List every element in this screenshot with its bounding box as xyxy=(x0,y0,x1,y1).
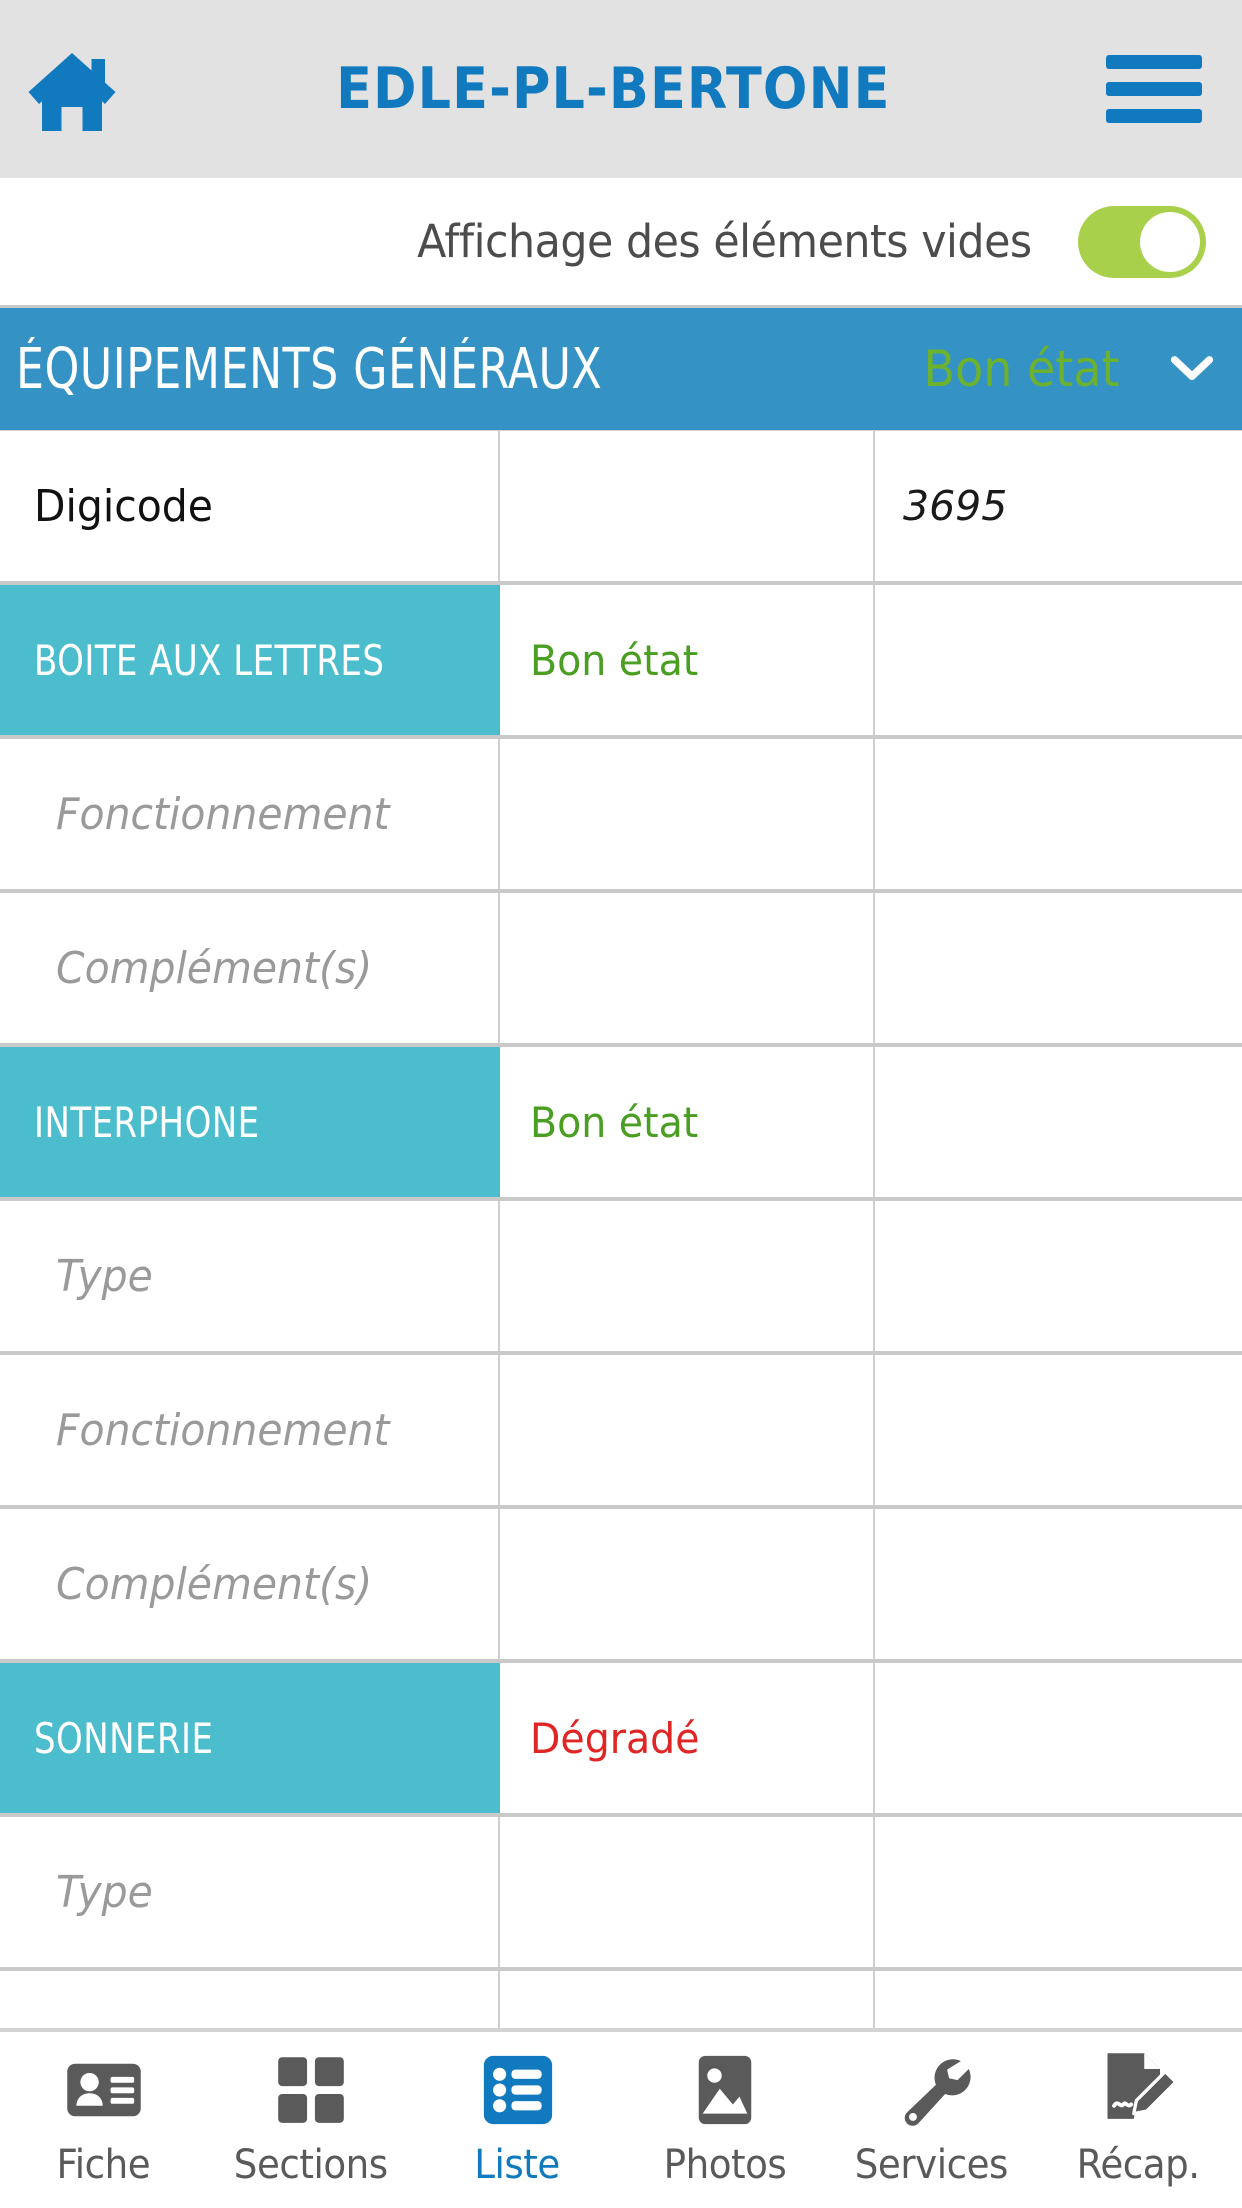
home-icon[interactable] xyxy=(24,41,120,137)
row-group-label-cell[interactable]: SONNERIE xyxy=(0,1663,500,1813)
table-row[interactable]: Fonctionnement xyxy=(0,1355,1242,1509)
row-label: BOITE AUX LETTRES xyxy=(34,635,385,685)
table-row[interactable]: Complément(s) xyxy=(0,1509,1242,1663)
wrench-icon xyxy=(904,2059,971,2126)
nav-item-liste[interactable]: Liste xyxy=(414,2048,621,2188)
row-label-cell[interactable]: Fonctionnement xyxy=(0,1355,500,1505)
list-icon xyxy=(483,2055,552,2125)
nav-item-photos[interactable]: Photos xyxy=(621,2048,828,2188)
row-state-cell[interactable]: Bon état xyxy=(500,585,875,735)
nav-item-label: Services xyxy=(854,2142,1009,2188)
app-root: EDLE-PL-BERTONE Affichage des éléments v… xyxy=(0,0,1242,2208)
row-label: Digicode xyxy=(34,480,213,532)
show-empty-elements-toggle[interactable] xyxy=(1078,205,1206,278)
nav-item-label: Sections xyxy=(233,2142,388,2188)
row-state-cell[interactable] xyxy=(500,1817,875,1967)
row-label-cell[interactable]: Type xyxy=(0,1201,500,1351)
row-label: INTERPHONE xyxy=(34,1097,260,1147)
row-value-cell[interactable] xyxy=(875,1663,1242,1813)
table-row[interactable]: BOITE AUX LETTRES Bon état xyxy=(0,585,1242,739)
bottom-navigation: Fiche Sections Liste Photos Services Récap. xyxy=(0,2028,1242,2208)
nav-item-sections[interactable]: Sections xyxy=(207,2048,414,2188)
table-row[interactable]: Complément(s) xyxy=(0,893,1242,1047)
row-state-text: Bon état xyxy=(530,1097,699,1147)
nav-item-label: Fiche xyxy=(56,2142,151,2188)
section-header[interactable]: ÉQUIPEMENTS GÉNÉRAUX Bon état xyxy=(0,308,1242,430)
grid-squares-icon xyxy=(277,2057,344,2123)
row-label: Fonctionnement xyxy=(56,788,390,840)
chevron-down-icon[interactable] xyxy=(1170,354,1214,384)
row-label: Type xyxy=(56,1250,153,1302)
nav-item-label: Récap. xyxy=(1077,2142,1200,2188)
row-state-text: Dégradé xyxy=(530,1713,700,1763)
hamburger-bar xyxy=(1106,82,1202,96)
table-row[interactable]: Fonctionnement xyxy=(0,739,1242,893)
row-label-cell[interactable]: Complément(s) xyxy=(0,893,500,1043)
row-value-cell[interactable] xyxy=(875,1509,1242,1659)
row-label-cell[interactable]: Fonctionnement xyxy=(0,739,500,889)
hamburger-bar xyxy=(1106,55,1202,69)
nav-item-services[interactable]: Services xyxy=(828,2048,1035,2188)
row-state-cell[interactable] xyxy=(500,1355,875,1505)
nav-item-label: Liste xyxy=(474,2142,561,2188)
page-title: EDLE-PL-BERTONE xyxy=(335,56,891,122)
section-title: ÉQUIPEMENTS GÉNÉRAUX xyxy=(16,336,603,402)
equipment-table: Digicode 3695 BOITE AUX LETTRES Bon état Fon… xyxy=(0,430,1242,2208)
document-pen-icon xyxy=(1107,2053,1177,2119)
top-bar: EDLE-PL-BERTONE xyxy=(0,0,1242,178)
row-state-cell[interactable] xyxy=(500,1509,875,1659)
row-state-text: Bon état xyxy=(530,635,699,685)
hamburger-bar xyxy=(1106,109,1202,123)
row-label: Fonctionnement xyxy=(56,1404,390,1456)
table-row[interactable]: Digicode 3695 xyxy=(0,431,1242,585)
row-state-cell[interactable] xyxy=(500,431,875,581)
nav-item-fiche[interactable]: Fiche xyxy=(0,2048,207,2188)
row-label: Complément(s) xyxy=(56,1558,373,1610)
row-state-cell[interactable] xyxy=(500,893,875,1043)
row-state-cell[interactable]: Bon état xyxy=(500,1047,875,1197)
row-label: Type xyxy=(56,1866,153,1918)
row-value-cell[interactable] xyxy=(875,1047,1242,1197)
row-label: SONNERIE xyxy=(34,1713,214,1763)
row-label-cell[interactable]: Type xyxy=(0,1817,500,1967)
row-value-cell[interactable] xyxy=(875,1355,1242,1505)
table-row[interactable]: Type xyxy=(0,1201,1242,1355)
section-state-badge: Bon état xyxy=(923,340,1120,398)
row-state-cell[interactable] xyxy=(500,739,875,889)
row-label-cell[interactable]: Complément(s) xyxy=(0,1509,500,1659)
row-value-cell[interactable]: 3695 xyxy=(875,431,1242,581)
hamburger-menu-icon[interactable] xyxy=(1106,55,1202,123)
toggle-knob xyxy=(1140,211,1200,272)
row-group-label-cell[interactable]: INTERPHONE xyxy=(0,1047,500,1197)
image-icon xyxy=(698,2055,751,2125)
table-row[interactable]: Type xyxy=(0,1817,1242,1971)
row-label-cell[interactable]: Digicode xyxy=(0,431,500,581)
show-empty-elements-row: Affichage des éléments vides xyxy=(0,178,1242,308)
show-empty-elements-label: Affichage des éléments vides xyxy=(417,215,1032,268)
row-value-cell[interactable] xyxy=(875,1817,1242,1967)
row-value-cell[interactable] xyxy=(875,893,1242,1043)
table-row[interactable]: SONNERIE Dégradé xyxy=(0,1663,1242,1817)
row-value-cell[interactable] xyxy=(875,1201,1242,1351)
nav-item-label: Photos xyxy=(663,2142,786,2188)
nav-item-rcap[interactable]: Récap. xyxy=(1035,2048,1242,2188)
row-group-label-cell[interactable]: BOITE AUX LETTRES xyxy=(0,585,500,735)
table-row[interactable]: INTERPHONE Bon état xyxy=(0,1047,1242,1201)
row-state-cell[interactable] xyxy=(500,1201,875,1351)
row-value-cell[interactable] xyxy=(875,739,1242,889)
row-value-text: 3695 xyxy=(903,482,1008,530)
row-label: Complément(s) xyxy=(56,942,373,994)
row-value-cell[interactable] xyxy=(875,585,1242,735)
id-card-icon xyxy=(66,2063,141,2117)
row-state-cell[interactable]: Dégradé xyxy=(500,1663,875,1813)
